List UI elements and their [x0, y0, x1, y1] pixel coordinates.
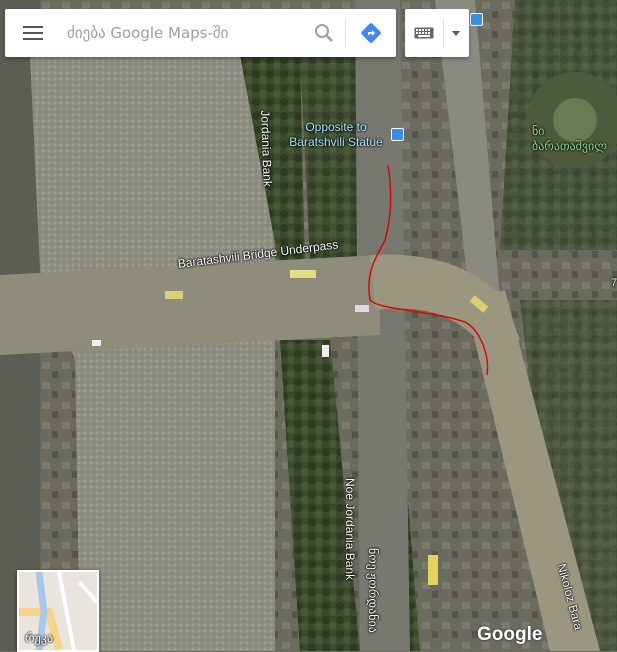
search-button[interactable] [303, 9, 345, 57]
search-icon [315, 24, 333, 42]
menu-button[interactable] [5, 9, 61, 57]
input-tools-dropdown[interactable] [444, 9, 468, 57]
dropdown-arrow-icon [452, 30, 460, 36]
satellite-map[interactable] [0, 0, 617, 651]
bus-stop-icon[interactable] [470, 13, 483, 26]
minimap-label: რუკა [25, 631, 54, 645]
road-label-jordania-bank: Jordania Bank [258, 110, 275, 188]
input-tools [405, 9, 469, 57]
map-layer-switcher[interactable]: რუკა [17, 570, 99, 652]
directions-icon [361, 23, 381, 43]
google-logo: Google [477, 624, 543, 645]
road-label-noe-jordania: Noe Jordania Bank [343, 478, 357, 581]
bus-stop-icon[interactable] [391, 128, 404, 141]
hamburger-menu-icon [23, 26, 43, 40]
poi-label-park[interactable]: ნი ბარათაშვილ [532, 124, 607, 154]
poi-label-opposite-statue[interactable]: Opposite to Baratshvili Statue [286, 120, 386, 150]
keyboard-button[interactable] [405, 9, 443, 57]
edge-label: 7 [611, 277, 617, 289]
road-label-noe-jordania-ka: ნოე ჟორდანია [366, 548, 380, 633]
search-box [5, 9, 396, 57]
keyboard-icon [414, 27, 434, 39]
search-input[interactable] [61, 13, 303, 53]
directions-button[interactable] [346, 9, 396, 57]
